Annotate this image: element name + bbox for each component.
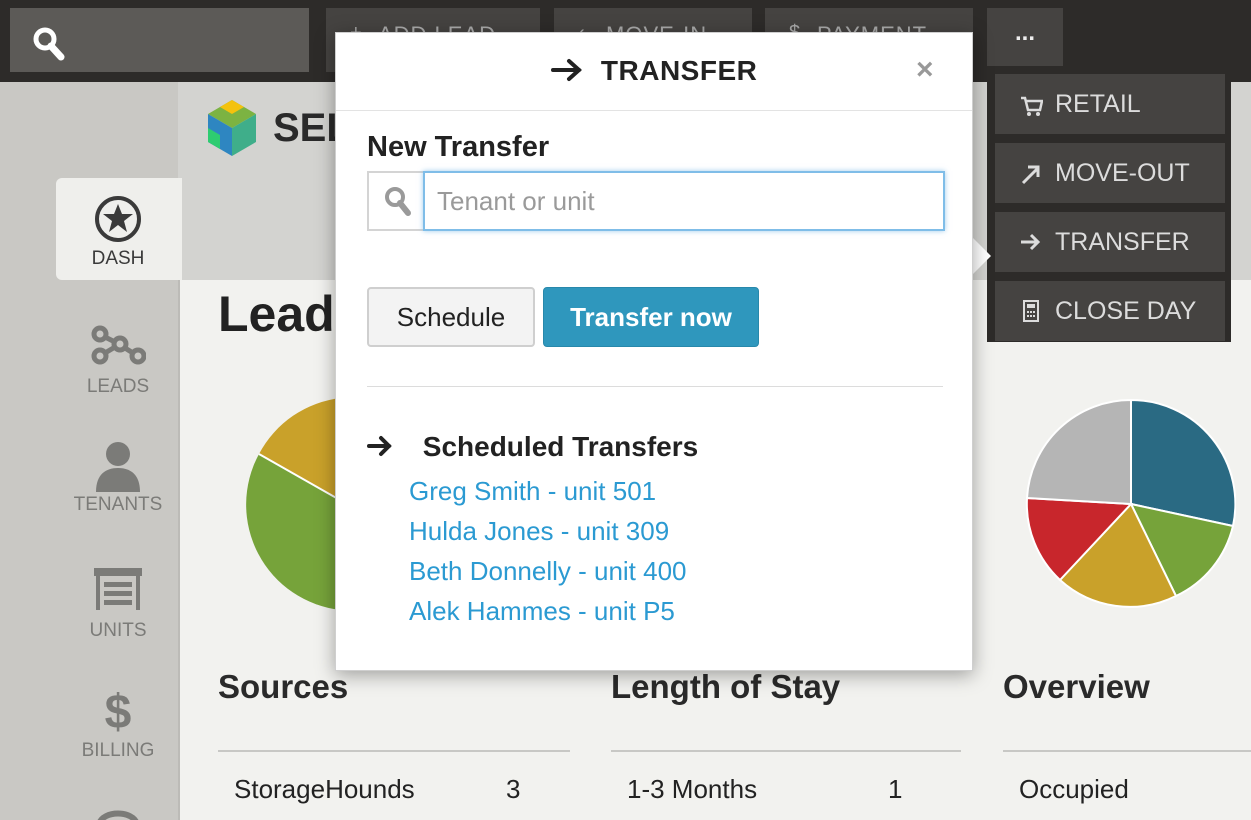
length-of-stay-divider: [611, 750, 961, 752]
menu-item-label: MOVE-OUT: [1055, 159, 1190, 187]
garage-icon: [56, 566, 180, 620]
sidebar-item-label: TENANTS: [73, 494, 163, 515]
search-addon: [367, 171, 425, 231]
menu-item-label: TRANSFER: [1055, 228, 1190, 256]
more-menu: RETAIL MOVE-OUT TRANSFER CLOSE DAY: [987, 66, 1231, 342]
schedule-button[interactable]: Schedule: [367, 287, 535, 347]
tenant-search-input[interactable]: [423, 171, 945, 231]
scheduled-heading-text: Scheduled Transfers: [422, 431, 699, 462]
menu-item-move-out[interactable]: MOVE-OUT: [995, 143, 1225, 203]
alarm-icon: [56, 806, 180, 820]
close-button[interactable]: ×: [916, 53, 934, 87]
global-search[interactable]: [10, 8, 309, 72]
dash-nav-content: DASH: [56, 194, 180, 270]
menu-item-label: RETAIL: [1055, 90, 1141, 118]
scheduled-transfers-heading: Scheduled Transfers: [367, 431, 698, 463]
overview-pie-chart: [1025, 398, 1236, 608]
length-of-stay-row-value: 1: [888, 774, 903, 804]
sources-row-label: StorageHounds: [234, 774, 415, 804]
tenant-search-group: [367, 171, 945, 231]
search-icon: [385, 187, 411, 216]
sidebar-item-label: UNITS: [89, 620, 147, 641]
sidebar-item-alarm[interactable]: [56, 806, 180, 820]
dialog-header: TRANSFER ×: [336, 33, 972, 111]
length-of-stay-row-label: 1-3 Months: [627, 774, 758, 804]
sources-title: Sources: [218, 668, 349, 705]
sidebar-item-tenants[interactable]: TENANTS: [56, 440, 180, 516]
arrow-right-icon: [550, 55, 591, 86]
sidebar-item-units[interactable]: UNITS: [56, 566, 180, 642]
sources-divider: [218, 750, 570, 752]
transfer-now-button[interactable]: Transfer now: [543, 287, 759, 347]
overview-title: Overview: [1003, 668, 1150, 705]
scheduled-transfer-link[interactable]: Hulda Jones - unit 309: [409, 516, 669, 547]
arrow-right-icon: [367, 431, 401, 462]
popover-arrow: [971, 236, 991, 276]
menu-item-label: CLOSE DAY: [1055, 297, 1197, 325]
sources-row-value: 3: [506, 774, 521, 804]
star-icon: [56, 194, 180, 248]
sidebar-item-dash[interactable]: DASH: [56, 178, 182, 280]
sidebar-item-label: BILLING: [81, 740, 155, 761]
dialog-divider: [367, 386, 943, 387]
calculator-icon: [1019, 281, 1043, 365]
scheduled-transfer-link[interactable]: Alek Hammes - unit P5: [409, 596, 675, 627]
length-of-stay-title: Length of Stay: [611, 668, 841, 705]
scheduled-transfer-link[interactable]: Greg Smith - unit 501: [409, 476, 656, 507]
sidebar-item-billing[interactable]: $ BILLING: [56, 686, 180, 762]
menu-item-retail[interactable]: RETAIL: [995, 74, 1225, 134]
transfer-dialog: TRANSFER × New Transfer Schedule Transfe…: [335, 32, 973, 671]
page-title: Lead: [218, 286, 335, 342]
more-button[interactable]: ...: [987, 8, 1063, 72]
scheduled-transfer-link[interactable]: Beth Donnelly - unit 400: [409, 556, 687, 587]
dollar-icon: $: [104, 686, 132, 739]
search-icon: [33, 27, 65, 61]
sidebar-item-label: DASH: [91, 248, 145, 269]
leads-icon: [56, 322, 180, 376]
new-transfer-label: New Transfer: [367, 131, 550, 163]
overview-row-label: Occupied: [1019, 774, 1129, 804]
sidebar-item-label: LEADS: [86, 376, 150, 397]
pie-slice-gray: [1025, 398, 1132, 506]
dialog-title-text: TRANSFER: [600, 55, 758, 86]
sidebar-item-leads[interactable]: LEADS: [56, 322, 180, 398]
person-icon: [56, 440, 180, 494]
dialog-title: TRANSFER: [336, 55, 972, 87]
brand-logo-icon: [208, 100, 256, 161]
menu-item-transfer[interactable]: TRANSFER: [995, 212, 1225, 272]
leads-pie-chart: [246, 398, 341, 610]
menu-item-close-day[interactable]: CLOSE DAY: [995, 281, 1225, 341]
overview-divider: [1003, 750, 1251, 752]
